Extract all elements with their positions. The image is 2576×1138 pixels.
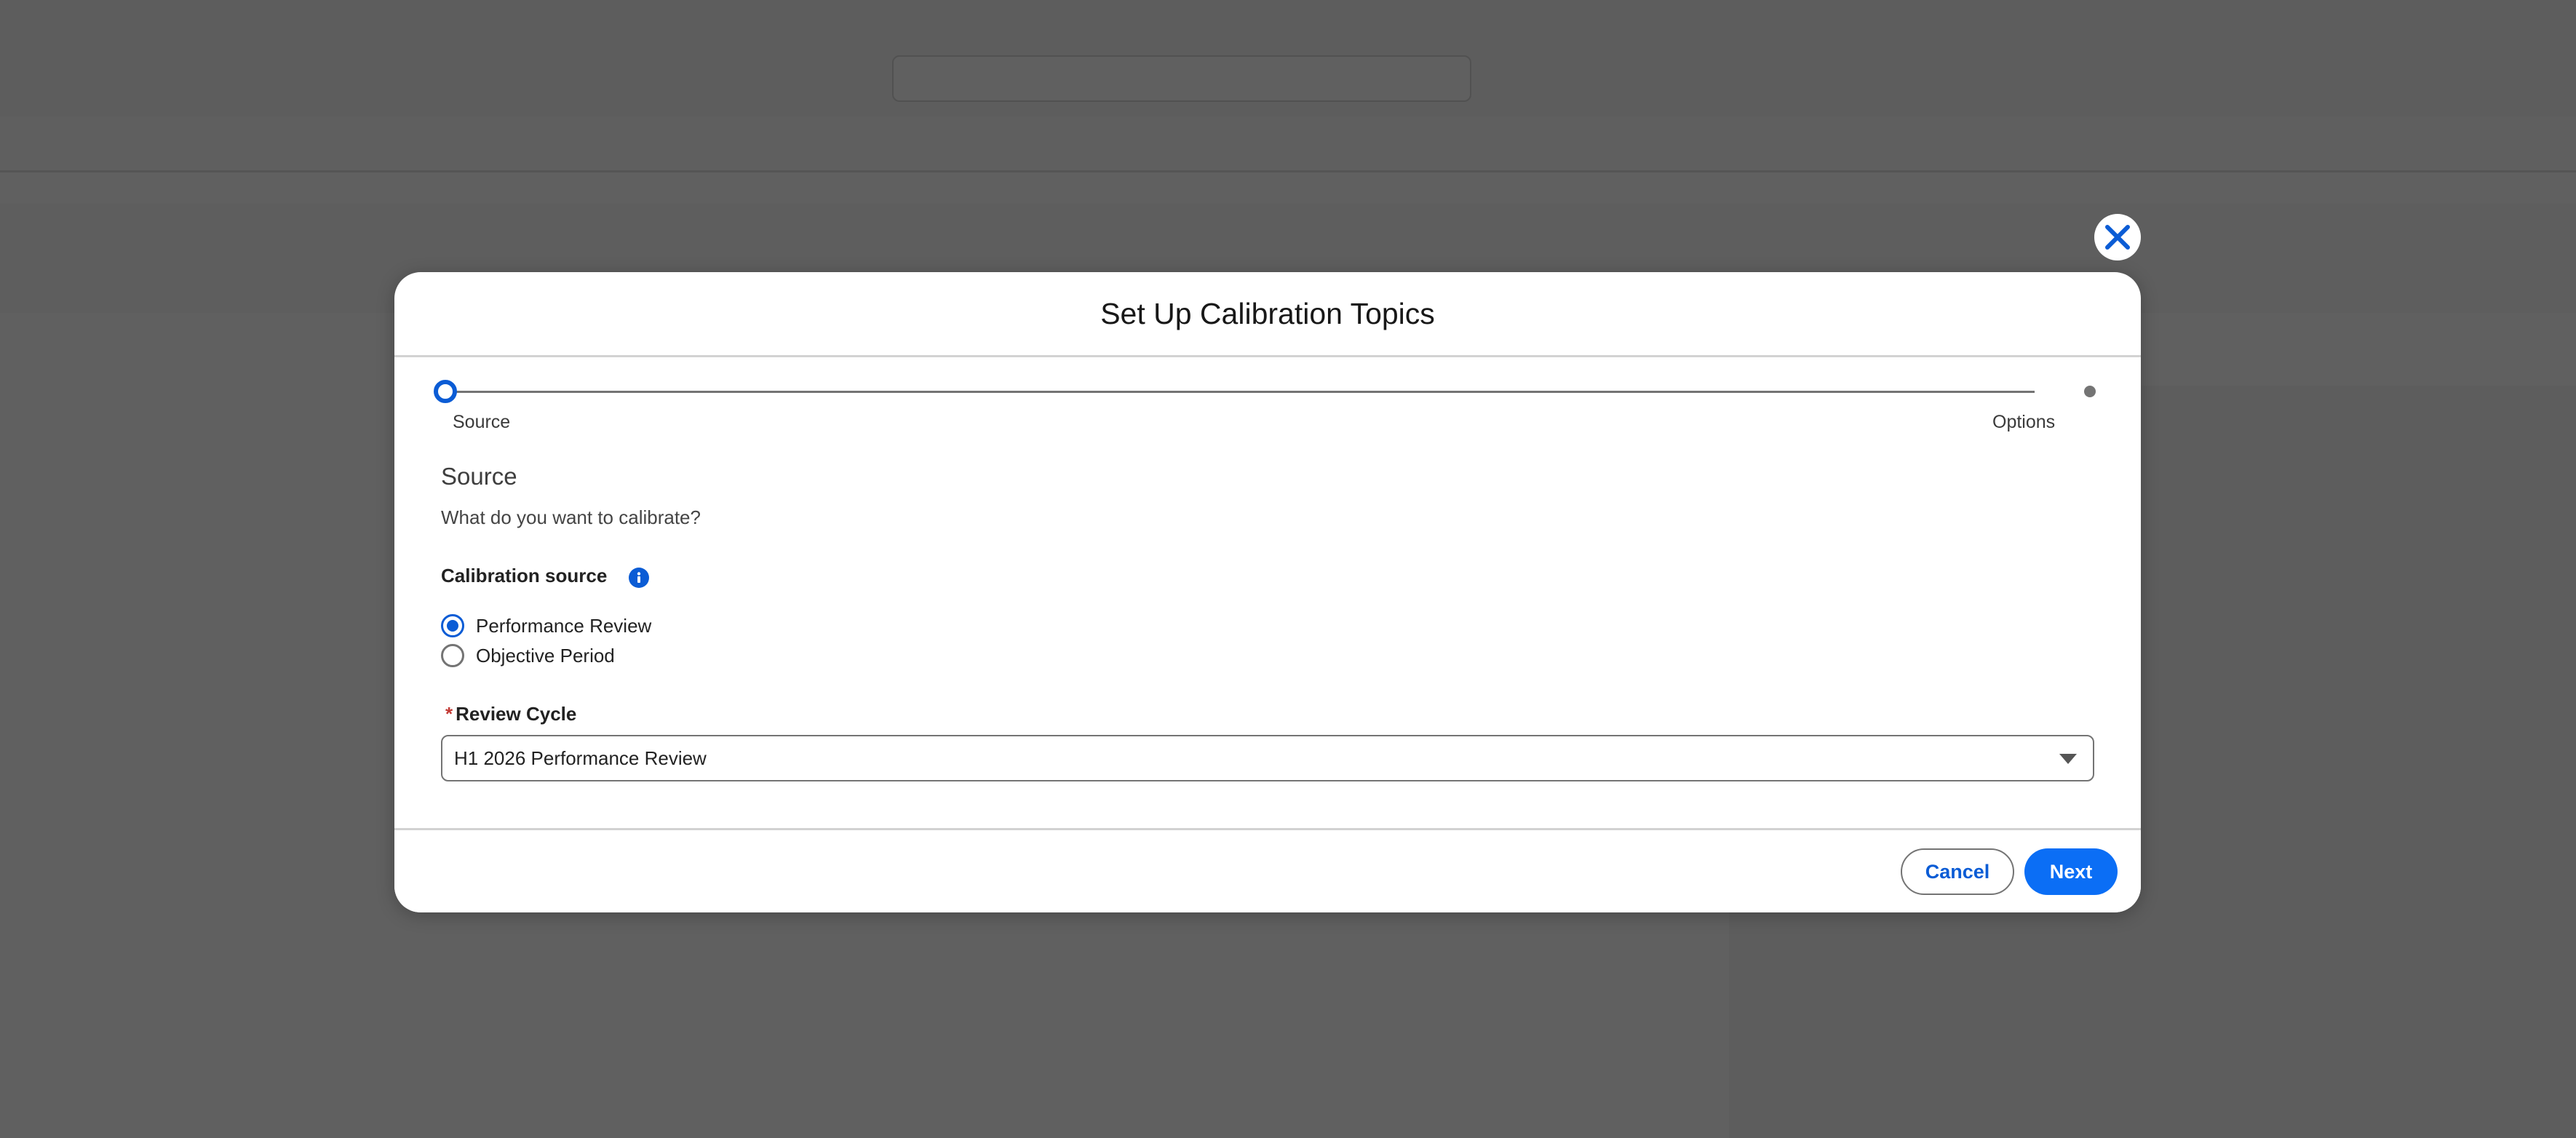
review-cycle-label-text: Review Cycle [456,703,577,725]
next-button[interactable]: Next [2024,848,2118,895]
modal-title: Set Up Calibration Topics [1100,296,1435,330]
close-modal-button[interactable] [2094,214,2141,260]
calibration-source-label: Calibration source [441,565,608,586]
chevron-down-icon [2059,754,2077,764]
radio-label-objective-period: Objective Period [476,644,615,667]
modal-footer: Cancel Next [394,828,2141,912]
info-icon[interactable] [629,568,649,588]
progress-track [444,391,2035,393]
cancel-button[interactable]: Cancel [1901,848,2014,895]
radio-objective-period[interactable]: Objective Period [441,644,615,667]
radio-label-performance-review: Performance Review [476,614,652,637]
step-label-options: Options [1992,412,2056,432]
close-icon [2096,215,2139,259]
review-cycle-label: * Review Cycle [445,703,576,725]
step-options-indicator[interactable] [2084,386,2096,397]
info-glyph [637,572,641,583]
step-label-source: Source [453,412,511,432]
step-source-indicator[interactable] [434,380,457,403]
radio-button-objective-period[interactable] [441,644,464,667]
radio-button-performance-review[interactable] [441,614,464,637]
section-subtitle: What do you want to calibrate? [441,506,701,528]
review-cycle-select[interactable]: H1 2026 Performance Review [441,735,2094,781]
required-marker: * [445,703,453,725]
radio-performance-review[interactable]: Performance Review [441,614,651,637]
review-cycle-value: H1 2026 Performance Review [454,747,707,769]
calibration-topics-modal: Set Up Calibration Topics Source Options… [394,272,2141,912]
modal-header: Set Up Calibration Topics [394,272,2141,357]
section-title: Source [441,463,517,490]
